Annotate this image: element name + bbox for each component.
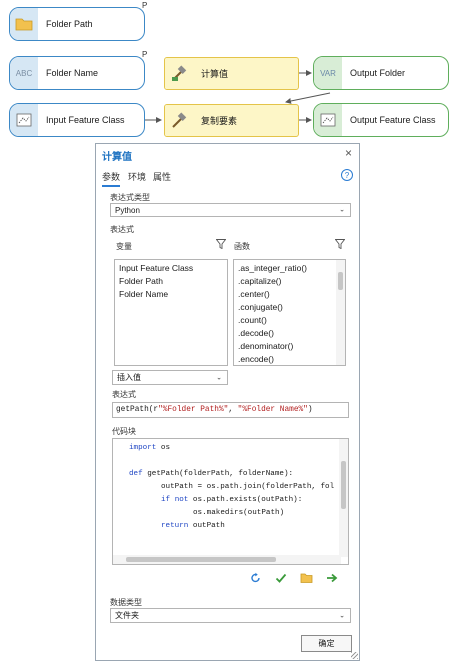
hammer-icon: [165, 58, 193, 89]
node-copy-features[interactable]: 复制要素: [164, 104, 299, 137]
node-label: 计算值: [201, 69, 229, 79]
code-block-label: 代码块: [112, 427, 136, 436]
dialog-title: 计算值: [102, 152, 132, 163]
list-item[interactable]: Input Feature Class: [115, 262, 227, 275]
node-folder-path[interactable]: Folder Path: [9, 7, 145, 41]
feature-class-icon: [10, 104, 38, 136]
expression-section-label: 表达式: [110, 225, 134, 234]
list-item[interactable]: .count(): [234, 314, 345, 327]
feature-class-icon: [314, 104, 342, 136]
node-label: Output Folder: [350, 68, 406, 78]
node-label: Folder Path: [46, 19, 93, 29]
node-label: Output Feature Class: [350, 115, 436, 125]
expression-input[interactable]: getPath(r"%Folder Path%", "%Folder Name%…: [112, 402, 349, 418]
close-icon[interactable]: ×: [345, 146, 352, 160]
list-item[interactable]: .encode(): [234, 353, 345, 365]
hammer-icon: [165, 105, 193, 136]
variable-icon: VAR: [314, 57, 342, 89]
undo-icon[interactable]: [250, 572, 262, 584]
node-calculate-value[interactable]: 计算值: [164, 57, 299, 90]
list-item[interactable]: .capitalize(): [234, 275, 345, 288]
functions-list[interactable]: .as_integer_ratio() .capitalize() .cente…: [233, 259, 346, 366]
tab-parameters[interactable]: 参数: [102, 170, 121, 187]
list-item[interactable]: .as_integer_ratio(): [234, 262, 345, 275]
list-item[interactable]: .center(): [234, 288, 345, 301]
expression-type-select[interactable]: Python ⌄: [110, 203, 351, 217]
parameter-marker: P: [142, 50, 148, 59]
insert-value-select[interactable]: 插入值 ⌄: [112, 370, 228, 385]
help-icon[interactable]: ?: [341, 169, 353, 181]
code-block-editor[interactable]: import os def getPath(folderPath, folder…: [112, 438, 349, 565]
chevron-down-icon: ⌄: [216, 374, 222, 382]
tab-environments[interactable]: 环境: [128, 170, 146, 183]
node-label: 复制要素: [201, 116, 238, 126]
folder-open-icon[interactable]: [300, 572, 313, 584]
horizontal-scrollbar[interactable]: [113, 555, 341, 564]
chevron-down-icon: ⌄: [339, 206, 345, 214]
variables-label: 变量: [116, 242, 132, 251]
node-folder-name[interactable]: ABC Folder Name: [9, 56, 145, 90]
node-label: Input Feature Class: [46, 115, 125, 125]
calculate-value-dialog: 计算值 × 参数 环境 属性 ? 表达式类型 Python ⌄ 表达式 变量 函数…: [95, 143, 360, 661]
list-item[interactable]: Folder Path: [115, 275, 227, 288]
node-label: Folder Name: [46, 68, 99, 78]
string-variable-icon: ABC: [10, 57, 38, 89]
filter-icon[interactable]: [335, 239, 345, 249]
node-input-feature-class[interactable]: Input Feature Class: [9, 103, 145, 137]
node-output-feature-class[interactable]: Output Feature Class: [313, 103, 449, 137]
folder-icon: [10, 8, 38, 40]
chevron-down-icon: ⌄: [339, 612, 345, 620]
resize-grip-icon[interactable]: [351, 652, 358, 659]
ok-button[interactable]: 确定: [301, 635, 352, 652]
vertical-scrollbar[interactable]: [339, 439, 348, 557]
vertical-scrollbar[interactable]: [336, 260, 345, 365]
tab-properties[interactable]: 属性: [153, 170, 171, 183]
data-type-label: 数据类型: [110, 598, 142, 607]
variables-list[interactable]: Input Feature Class Folder Path Folder N…: [114, 259, 228, 366]
filter-icon[interactable]: [216, 239, 226, 249]
expression-type-label: 表达式类型: [110, 193, 150, 202]
list-item[interactable]: Folder Name: [115, 288, 227, 301]
check-icon[interactable]: [275, 572, 287, 584]
parameter-marker: P: [142, 1, 148, 10]
arrow-right-icon[interactable]: [326, 572, 338, 584]
node-output-folder[interactable]: VAR Output Folder: [313, 56, 449, 90]
functions-label: 函数: [234, 242, 250, 251]
list-item[interactable]: .conjugate(): [234, 301, 345, 314]
list-item[interactable]: .denominator(): [234, 340, 345, 353]
expression-label: 表达式: [112, 390, 136, 399]
list-item[interactable]: .decode(): [234, 327, 345, 340]
data-type-select[interactable]: 文件夹 ⌄: [110, 608, 351, 623]
